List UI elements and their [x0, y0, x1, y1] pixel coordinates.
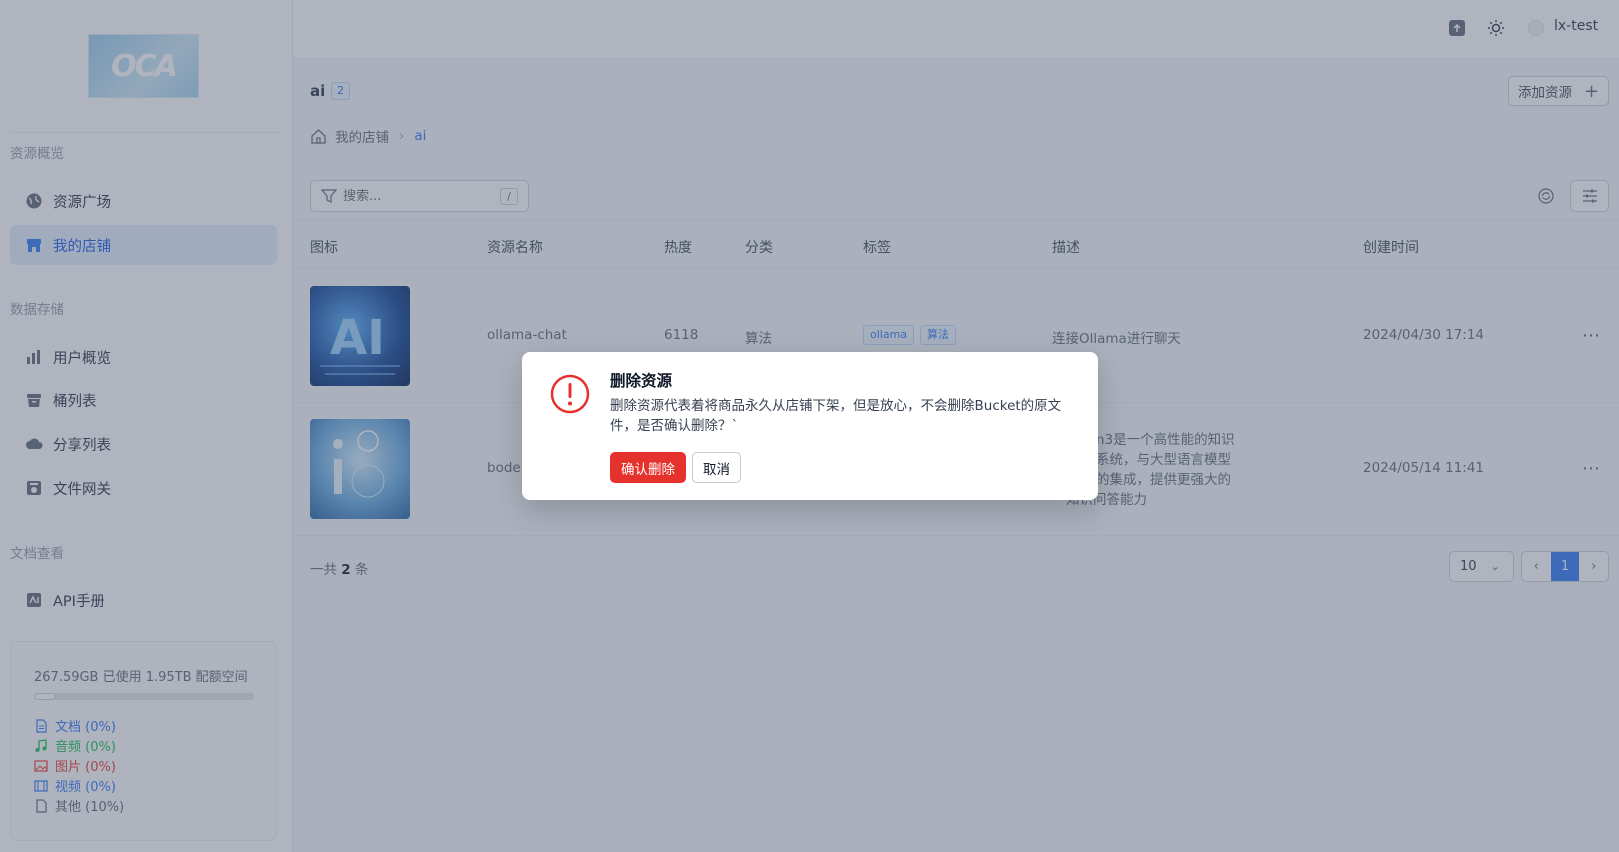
dialog-message: 删除资源代表着将商品永久从店铺下架，但是放心，不会删除Bucket的原文件，是否… [610, 398, 1062, 434]
warning-icon [550, 374, 590, 414]
confirm-delete-button[interactable]: 确认删除 [610, 452, 686, 483]
dialog-title: 删除资源 [610, 372, 673, 390]
delete-resource-dialog: 删除资源 删除资源代表着将商品永久从店铺下架，但是放心，不会删除Bucket的原… [522, 352, 1098, 500]
cancel-button[interactable]: 取消 [692, 452, 741, 483]
